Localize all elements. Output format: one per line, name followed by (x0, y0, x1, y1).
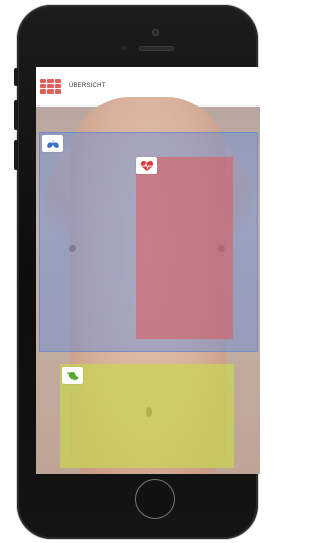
proximity-sensor (122, 46, 126, 50)
body-map (36, 97, 260, 474)
app-screen: ÜBERSICHT (36, 67, 260, 474)
lung-icon[interactable] (42, 135, 63, 152)
grid-menu-icon[interactable] (40, 78, 61, 94)
stomach-icon[interactable] (62, 367, 83, 384)
mute-switch (14, 68, 18, 86)
zone-abdomen[interactable] (60, 364, 234, 468)
front-camera (152, 29, 159, 36)
volume-down-button (14, 140, 18, 170)
zone-heart[interactable] (136, 157, 233, 339)
home-button[interactable] (135, 479, 175, 519)
earpiece-speaker (139, 46, 174, 51)
heart-monitor-icon[interactable] (136, 157, 157, 174)
volume-up-button (14, 100, 18, 130)
page-title: ÜBERSICHT (69, 83, 106, 89)
